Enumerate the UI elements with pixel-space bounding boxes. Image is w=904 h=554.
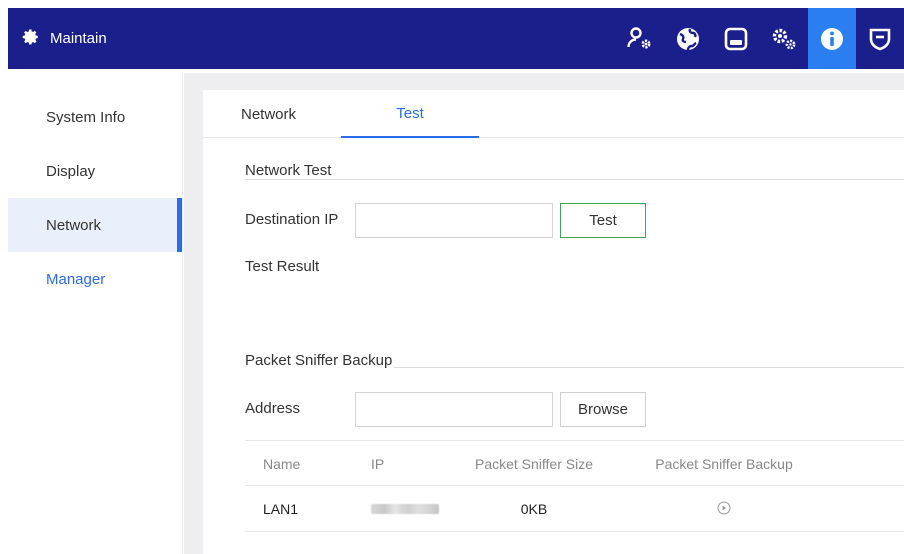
redacted-ip-blur [371, 504, 439, 514]
info-icon[interactable] [808, 8, 856, 69]
address-label: Address [245, 400, 301, 417]
top-bar: Maintain [0, 0, 904, 73]
table-header: Name IP Packet Sniffer Size Packet Sniff… [245, 440, 904, 486]
network-test-title: Network Test [245, 162, 334, 179]
user-settings-icon[interactable] [616, 8, 664, 69]
security-shield-icon[interactable] [856, 8, 904, 69]
sidebar-item-manager[interactable]: Manager [8, 252, 182, 306]
table-row: LAN1 0KB [245, 486, 904, 532]
address-input[interactable] [355, 392, 553, 427]
sidebar-item-label: Manager [46, 270, 106, 288]
system-gears-icon[interactable] [760, 8, 808, 69]
sniffer-table: Name IP Packet Sniffer Size Packet Sniff… [245, 440, 904, 532]
test-button[interactable]: Test [560, 203, 646, 238]
column-header-name: Name [263, 456, 301, 472]
row-backup [643, 486, 805, 532]
tab-bar: Network Test [203, 90, 904, 138]
test-result-label: Test Result [245, 258, 320, 275]
gear-icon [22, 28, 40, 50]
top-nav [616, 8, 904, 69]
row-ip-redacted [371, 486, 439, 532]
play-icon[interactable] [717, 501, 731, 518]
tab-label: Network [241, 105, 297, 123]
sidebar-item-label: Network [46, 216, 102, 234]
tab-label: Test [396, 104, 424, 122]
destination-ip-input[interactable] [355, 203, 553, 238]
sidebar-item-display[interactable]: Display [8, 144, 182, 198]
sidebar-item-network[interactable]: Network [8, 198, 182, 252]
packet-sniffer-title: Packet Sniffer Backup [245, 352, 395, 369]
app-title: Maintain [22, 8, 107, 69]
column-header-backup: Packet Sniffer Backup [655, 456, 793, 472]
top-bar-background: Maintain [8, 8, 904, 69]
sidebar-item-system-info[interactable]: System Info [8, 90, 182, 144]
row-size: 0KB [520, 501, 548, 517]
network-globe-icon[interactable] [664, 8, 712, 69]
app-title-label: Maintain [50, 30, 107, 47]
section-divider [245, 179, 904, 180]
browse-button[interactable]: Browse [560, 392, 646, 427]
column-header-size: Packet Sniffer Size [474, 456, 594, 472]
content-panel: Network Test Network Test Destination IP… [203, 90, 904, 554]
tab-test[interactable]: Test [341, 90, 479, 138]
row-name: LAN1 [263, 501, 299, 517]
tab-network[interactable]: Network [241, 90, 296, 138]
sidebar-item-label: System Info [46, 108, 126, 126]
storage-icon[interactable] [712, 8, 760, 69]
column-header-ip: IP [371, 456, 385, 472]
sidebar: System Info Display Network Manager [8, 73, 183, 554]
destination-ip-label: Destination IP [245, 211, 339, 228]
sidebar-item-label: Display [46, 162, 96, 180]
